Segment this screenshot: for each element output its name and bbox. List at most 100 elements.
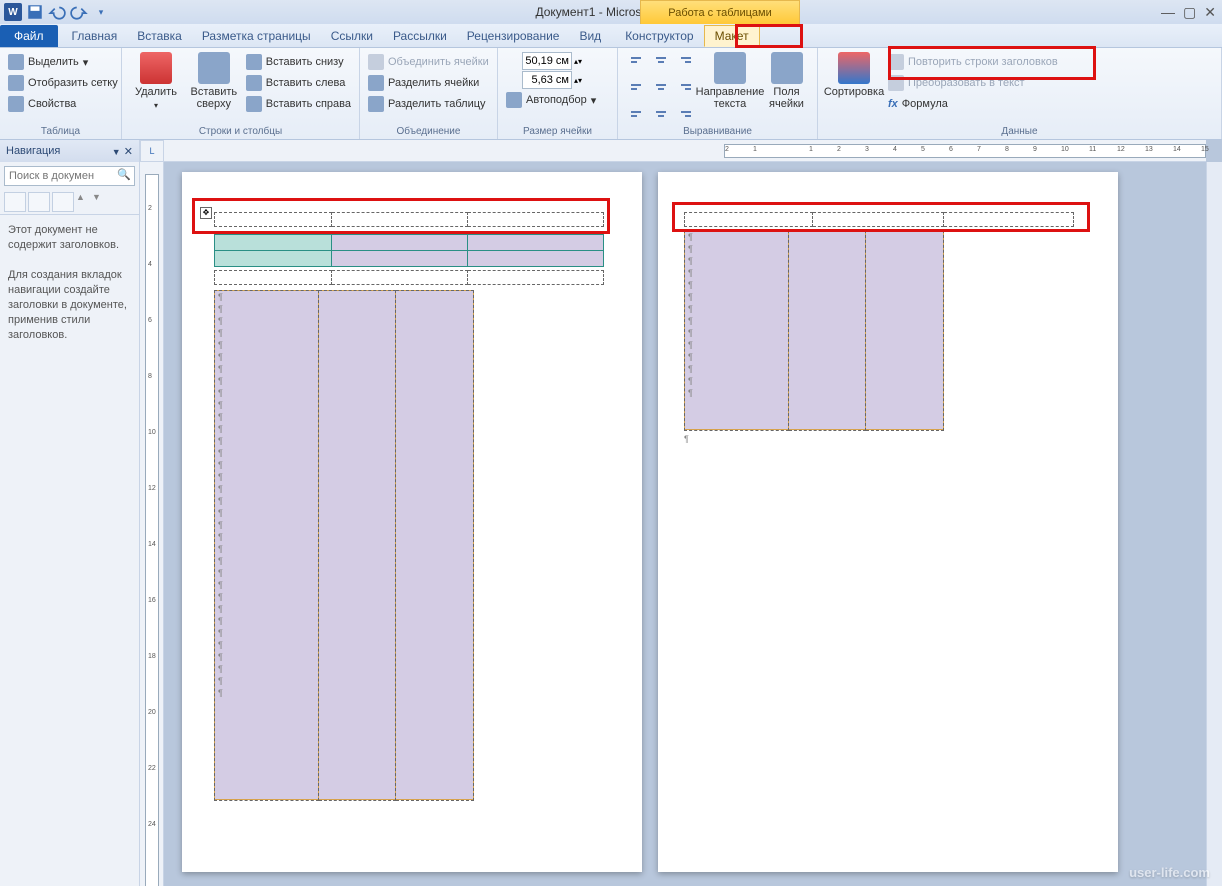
search-icon[interactable]: 🔍 [117,168,131,181]
paragraph-mark: ¶ [688,316,693,326]
paragraph-mark: ¶ [688,328,693,338]
tab-home[interactable]: Главная [62,25,128,47]
row-height-input[interactable] [522,52,572,70]
undo-icon[interactable] [48,3,66,21]
nav-pages-view-button[interactable] [28,192,50,212]
distribute-rows-icon[interactable] [584,54,598,68]
align-tc-button[interactable] [650,52,672,74]
page-1[interactable]: ✥ [182,172,642,872]
sort-button[interactable]: Сортировка [826,52,882,98]
ruler-h-tick: 7 [977,146,981,153]
tab-layout[interactable]: Макет [704,25,760,47]
autofit-button[interactable]: Автоподбор ▾ [506,90,598,110]
tab-file[interactable]: Файл [0,25,58,47]
nav-next-button[interactable]: ▼ [92,192,106,212]
col-width-field[interactable]: ▴▾ [506,71,598,89]
nav-close-icon[interactable]: ✕ [124,146,133,158]
ruler-h-tick: 1 [753,146,757,153]
distribute-cols-icon[interactable] [584,73,598,87]
paragraph-mark: ¶ [218,592,223,602]
paragraph-mark: ¶ [688,280,693,290]
split-table-button[interactable]: Разделить таблицу [368,94,489,114]
page1-table-divider[interactable] [214,270,604,285]
tab-insert[interactable]: Вставка [127,25,192,47]
align-bl-button[interactable] [626,100,648,122]
properties-button[interactable]: Свойства [8,94,118,114]
insert-left-button[interactable]: Вставить слева [246,73,351,93]
delete-button[interactable]: Удалить▾ [130,52,182,112]
tab-mailings[interactable]: Рассылки [383,25,457,47]
ruler-h-tick: 11 [1089,146,1096,153]
grid-icon [8,75,24,91]
page1-table-subheader[interactable] [214,234,604,267]
page-2[interactable]: ¶ ¶¶¶¶¶¶¶¶¶¶¶¶¶¶ [658,172,1118,872]
select-button[interactable]: Выделить ▾ [8,52,118,72]
insert-right-button[interactable]: Вставить справа [246,94,351,114]
paragraph-mark: ¶ [218,532,223,542]
ruler-v-tick: 4 [148,261,152,268]
paragraph-mark: ¶ [688,388,693,398]
align-ml-button[interactable] [626,76,648,98]
repeat-header-rows-button[interactable]: Повторить строки заголовков [888,52,1058,72]
page1-paragraph-marks: /*populated below*/ ¶¶¶¶¶¶¶¶¶¶¶¶¶¶¶¶¶¶¶¶… [218,292,223,698]
group-table-label: Таблица [8,124,113,137]
qat-dropdown-icon[interactable]: ▾ [92,3,110,21]
ruler-h-tick: 5 [921,146,925,153]
save-icon[interactable] [26,3,44,21]
nav-results-view-button[interactable] [52,192,74,212]
paragraph-mark: ¶ [218,460,223,470]
cursor-icon [8,54,24,70]
nav-prev-button[interactable]: ▲ [76,192,90,212]
ruler-h-tick: 9 [1033,146,1037,153]
row-height-field[interactable]: ▴▾ [506,52,598,70]
col-width-input[interactable] [522,71,572,89]
horizontal-ruler[interactable]: 2112345678910111213141516 [164,140,1206,162]
paragraph-mark: ¶ [218,580,223,590]
align-br-button[interactable] [674,100,696,122]
ruler-corner[interactable]: L [140,140,164,162]
insert-below-button[interactable]: Вставить снизу [246,52,351,72]
vertical-scrollbar[interactable] [1206,162,1222,886]
paragraph-mark: ¶ [688,340,693,350]
formula-button[interactable]: fxФормула [888,94,1058,114]
split-cells-button[interactable]: Разделить ячейки [368,73,489,93]
align-tr-button[interactable] [674,52,696,74]
tab-references[interactable]: Ссылки [321,25,383,47]
show-gridlines-button[interactable]: Отобразить сетку [8,73,118,93]
page2-table-header-row[interactable] [684,212,1074,227]
merge-icon [368,54,384,70]
align-tl-button[interactable] [626,52,648,74]
ruler-h-tick: 10 [1061,146,1069,153]
tab-designer[interactable]: Конструктор [615,25,703,47]
insert-above-button[interactable]: Вставить сверху [188,52,240,110]
ruler-v-tick: 22 [148,765,156,772]
tab-review[interactable]: Рецензирование [457,25,570,47]
redo-icon[interactable] [70,3,88,21]
ruler-h-tick: 2 [725,146,729,153]
group-data-label: Данные [826,124,1213,137]
align-bc-button[interactable] [650,100,672,122]
maximize-icon[interactable]: ▢ [1183,4,1196,21]
vertical-ruler[interactable]: 24681012141618202224 [140,162,164,886]
nav-dropdown-icon[interactable]: ▼ [112,147,121,157]
paragraph-mark: ¶ [218,364,223,374]
text-direction-button[interactable]: Направление текста [702,52,758,110]
cell-margins-button[interactable]: Поля ячейки [764,52,809,110]
watermark: user-life.com [1129,865,1210,880]
table-move-handle-icon[interactable]: ✥ [200,207,212,219]
minimize-icon[interactable]: — [1161,4,1175,21]
close-icon[interactable]: ✕ [1204,4,1216,21]
repeat-header-icon [888,54,904,70]
nav-headings-view-button[interactable] [4,192,26,212]
ruler-v-tick: 10 [148,429,156,436]
paragraph-mark: ¶ [218,664,223,674]
tab-view[interactable]: Вид [569,25,611,47]
ruler-h-tick: 15 [1201,146,1209,153]
align-mr-button[interactable] [674,76,696,98]
page1-table-header-row[interactable] [214,212,604,227]
align-mc-button[interactable] [650,76,672,98]
merge-cells-button[interactable]: Объединить ячейки [368,52,489,72]
nav-search-input[interactable] [4,166,135,186]
convert-to-text-button[interactable]: Преобразовать в текст [888,73,1058,93]
tab-pagelayout[interactable]: Разметка страницы [192,25,321,47]
